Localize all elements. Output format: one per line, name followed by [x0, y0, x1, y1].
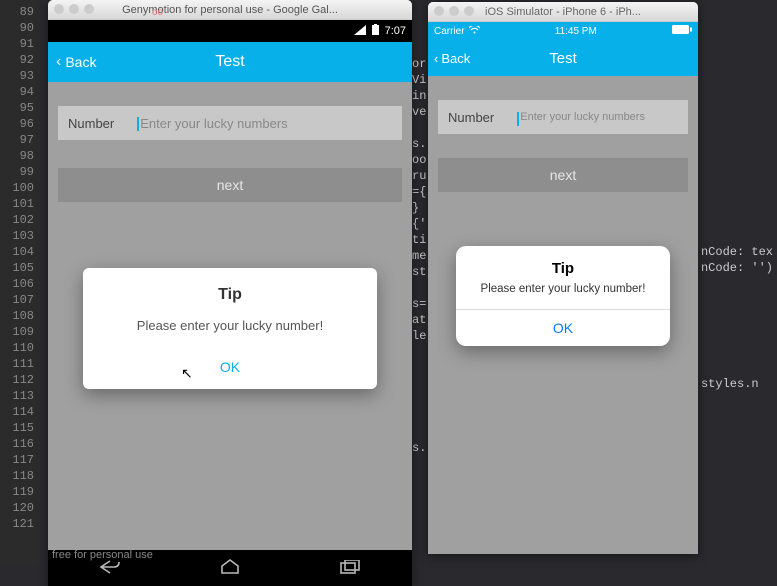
- field-label: Number: [448, 110, 494, 125]
- editor-code-fragments: orViinve s.ooru={}{'timest s=atle s.: [412, 56, 426, 456]
- back-label: Back: [441, 51, 470, 66]
- genymotion-titlebar[interactable]: oo Genymotion for personal use - Google …: [48, 0, 412, 20]
- mouse-cursor-icon: ↖: [181, 365, 193, 382]
- editor-gutter: 8990919293949596979899100101102103104105…: [0, 0, 40, 565]
- window-title: iOS Simulator - iPhone 6 - iPh...: [485, 6, 641, 18]
- nav-recent-icon[interactable]: [340, 560, 362, 577]
- alert-message: Please enter your lucky number!: [456, 281, 670, 309]
- back-label: Back: [65, 54, 96, 70]
- app-content: Number Enter your lucky numbers next Tip…: [48, 82, 412, 550]
- ios-statusbar: Carrier 11:45 PM: [428, 22, 698, 40]
- ios-titlebar[interactable]: iOS Simulator - iPhone 6 - iPh...: [428, 2, 698, 22]
- number-input[interactable]: Enter your lucky numbers: [140, 116, 287, 131]
- page-title: Test: [48, 53, 412, 71]
- window-controls[interactable]: [54, 4, 94, 14]
- text-cursor: [517, 112, 519, 126]
- text-cursor: [137, 117, 139, 131]
- number-field-row[interactable]: Number Enter your lucky numbers: [438, 100, 688, 134]
- chevron-left-icon: ‹: [434, 51, 438, 66]
- field-label: Number: [68, 116, 114, 131]
- alert-title: Tip: [456, 246, 670, 281]
- alert-ok-button[interactable]: OK: [456, 309, 670, 346]
- battery-status-icon: [372, 24, 379, 38]
- genymotion-footer: free for personal use: [52, 549, 153, 561]
- nav-back-icon[interactable]: [98, 559, 120, 578]
- ios-clock: 11:45 PM: [555, 26, 597, 37]
- battery-status-icon: [672, 25, 692, 37]
- genymotion-window: oo Genymotion for personal use - Google …: [48, 0, 412, 586]
- clock: 7:07: [385, 25, 406, 37]
- wifi-icon: [469, 26, 480, 37]
- chevron-left-icon: ‹: [56, 54, 61, 70]
- editor-code-right: nCode: texnCode: '')styles.n: [701, 244, 773, 392]
- alert-title: Tip: [101, 286, 359, 304]
- back-button[interactable]: ‹ Back: [48, 54, 96, 70]
- app-header: ‹ Back Test: [48, 42, 412, 82]
- next-button[interactable]: next: [438, 158, 688, 192]
- back-button[interactable]: ‹ Back: [428, 51, 470, 66]
- genymotion-logo-icon: oo: [152, 3, 163, 23]
- app-header: ‹ Back Test: [428, 40, 698, 76]
- window-controls[interactable]: [434, 6, 474, 16]
- next-button[interactable]: next: [58, 168, 402, 202]
- alert-dialog: Tip Please enter your lucky number! OK: [456, 246, 670, 346]
- app-content: Number Enter your lucky numbers next Tip…: [428, 76, 698, 554]
- ios-simulator-window: iOS Simulator - iPhone 6 - iPh... Carrie…: [428, 2, 698, 554]
- alert-ok-button[interactable]: OK: [101, 359, 359, 375]
- alert-message: Please enter your lucky number!: [101, 318, 359, 333]
- android-statusbar: 7:07: [48, 20, 412, 42]
- nav-home-icon[interactable]: [220, 559, 240, 578]
- number-input[interactable]: Enter your lucky numbers: [520, 111, 645, 123]
- alert-dialog: Tip Please enter your lucky number! OK ↖: [83, 268, 377, 389]
- carrier-label: Carrier: [434, 26, 465, 37]
- signal-icon: [354, 25, 366, 38]
- number-field-row[interactable]: Number Enter your lucky numbers: [58, 106, 402, 140]
